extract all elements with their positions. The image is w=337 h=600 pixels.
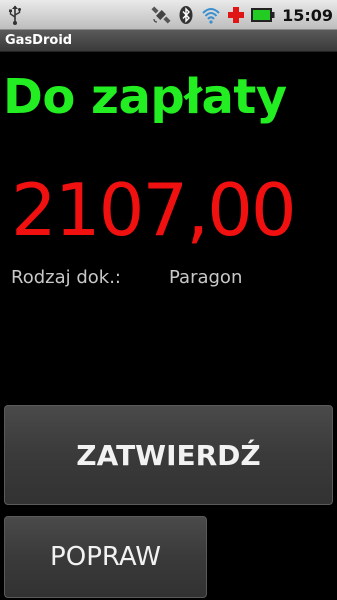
red-cross-icon xyxy=(228,7,245,23)
bluetooth-icon xyxy=(179,6,193,24)
app-title: GasDroid xyxy=(5,33,73,48)
document-type-value: Paragon xyxy=(169,267,243,288)
battery-icon xyxy=(251,8,275,22)
status-bar: 15:09 xyxy=(0,0,337,30)
gps-icon xyxy=(151,6,171,24)
fix-button-label: POPRAW xyxy=(50,542,161,572)
payment-amount: 2107,00 xyxy=(11,168,297,252)
app-title-bar: GasDroid xyxy=(0,30,337,52)
fix-button[interactable]: POPRAW xyxy=(4,516,207,598)
confirm-button-label: ZATWIERDŹ xyxy=(76,438,261,472)
status-clock: 15:09 xyxy=(282,5,333,25)
payment-heading: Do zapłaty xyxy=(3,69,287,125)
document-type-label: Rodzaj dok.: xyxy=(11,267,121,288)
usb-icon xyxy=(9,5,21,25)
status-icons: 15:09 xyxy=(151,0,333,30)
confirm-button[interactable]: ZATWIERDŹ xyxy=(4,405,333,505)
screen: 15:09 GasDroid Do zapłaty 2107,00 Rodzaj… xyxy=(0,0,337,600)
wifi-icon xyxy=(202,8,220,24)
